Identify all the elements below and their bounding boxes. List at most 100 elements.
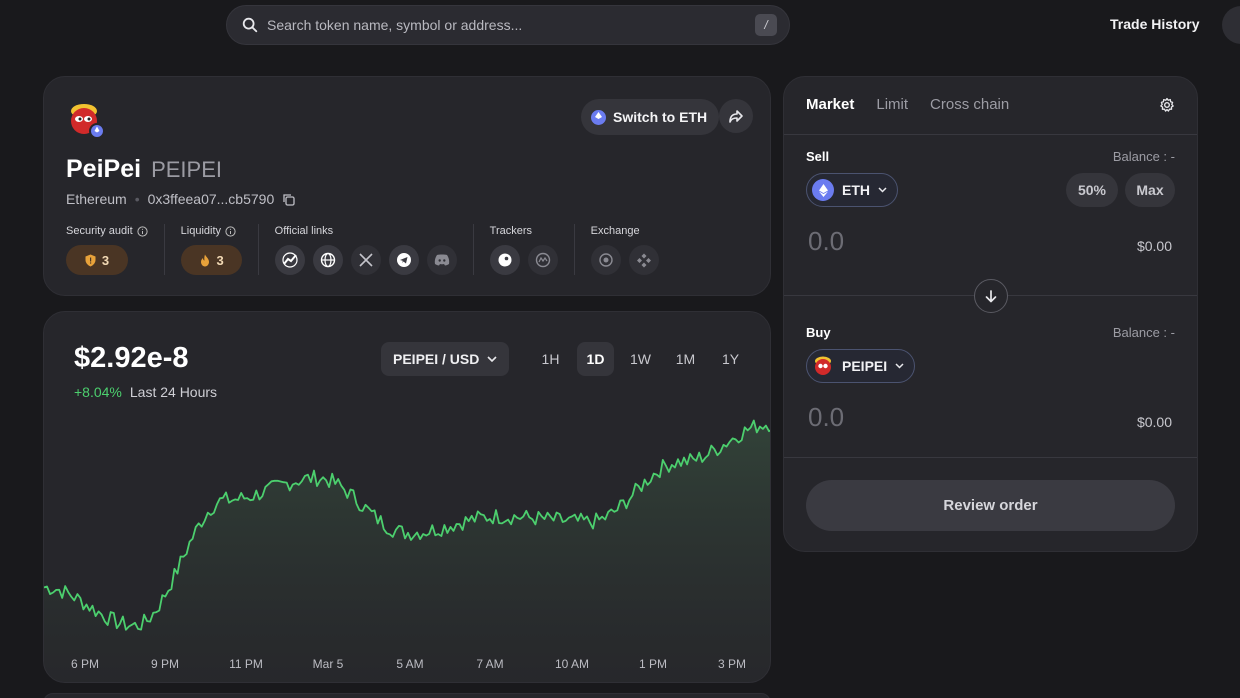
- next-card-peek: [43, 693, 771, 698]
- share-button[interactable]: [719, 99, 753, 133]
- range-1y[interactable]: 1Y: [712, 342, 749, 376]
- info-icon[interactable]: [137, 225, 148, 237]
- switch-label: Switch to ETH: [613, 109, 708, 125]
- sell-label: Sell: [806, 149, 830, 164]
- trackers-section: Trackers: [489, 224, 575, 275]
- security-audit-text: Security audit: [66, 225, 133, 237]
- price-change-percent: +8.04%: [74, 384, 122, 400]
- official-links-label: Official links: [274, 225, 334, 237]
- shield-icon: [85, 254, 96, 266]
- chevron-down-icon: [895, 363, 904, 369]
- order-type-tabs: Market Limit Cross chain: [806, 96, 1009, 113]
- peipei-token-logo: [71, 104, 105, 139]
- buy-token-symbol: PEIPEI: [842, 358, 888, 374]
- coingecko-icon[interactable]: [489, 245, 520, 275]
- search-icon: [242, 17, 258, 33]
- arrow-down-icon: [985, 289, 997, 302]
- pair-selector[interactable]: PEIPEI / USD: [381, 342, 510, 376]
- range-1h[interactable]: 1H: [532, 342, 569, 376]
- info-icon[interactable]: [225, 225, 236, 237]
- chevron-down-icon: [878, 187, 887, 193]
- liquidity-count: 3: [216, 252, 224, 268]
- telegram-icon[interactable]: [388, 245, 419, 275]
- token-title: PeiPei PEIPEI: [66, 155, 222, 184]
- tab-cross-chain[interactable]: Cross chain: [930, 96, 1009, 113]
- x-axis: 6 PM 9 PM 11 PM Mar 5 5 AM 7 AM 10 AM 1 …: [44, 657, 770, 673]
- flame-icon: [200, 254, 209, 266]
- share-icon: [729, 110, 743, 123]
- token-name: PeiPei: [66, 155, 142, 183]
- max-button[interactable]: Max: [1125, 173, 1175, 207]
- peipei-token-icon: [815, 356, 831, 375]
- coinmarketcap-icon[interactable]: [527, 245, 558, 275]
- x-tick-label: 9 PM: [150, 657, 180, 671]
- search-bar[interactable]: /: [226, 5, 790, 45]
- tab-limit[interactable]: Limit: [876, 96, 908, 113]
- buy-token-selector[interactable]: PEIPEI: [806, 349, 916, 383]
- exchange-section: Exchange: [590, 224, 675, 275]
- liquidity-badge[interactable]: 3: [180, 245, 242, 275]
- search-shortcut-key: /: [755, 14, 777, 36]
- buy-balance: Balance : -: [1112, 325, 1175, 340]
- website-globe-icon[interactable]: [312, 245, 343, 275]
- security-audit-section: Security audit 3: [66, 224, 165, 275]
- trackers-label: Trackers: [489, 225, 533, 237]
- dexscreener-link-icon[interactable]: [274, 245, 305, 275]
- switch-to-eth-button[interactable]: Switch to ETH: [581, 99, 720, 135]
- tab-market[interactable]: Market: [806, 96, 854, 113]
- swap-direction-button[interactable]: [974, 279, 1008, 313]
- sell-token-symbol: ETH: [842, 182, 870, 198]
- token-address: 0x3ffeea07...cb5790: [147, 191, 275, 207]
- binance-icon[interactable]: [628, 245, 659, 275]
- range-1w[interactable]: 1W: [622, 342, 659, 376]
- divider: [784, 457, 1197, 458]
- sell-token-selector[interactable]: ETH: [806, 173, 898, 207]
- gear-icon[interactable]: [1159, 97, 1175, 113]
- eth-icon: [591, 109, 606, 125]
- security-audit-count: 3: [101, 252, 110, 268]
- account-button[interactable]: [1222, 6, 1240, 44]
- chain-name: Ethereum: [66, 191, 127, 207]
- x-tick-label: Mar 5: [312, 657, 344, 671]
- time-range-tabs: 1H 1D 1W 1M 1Y: [532, 342, 749, 376]
- sell-balance: Balance : -: [1112, 149, 1175, 164]
- security-audit-badge[interactable]: 3: [66, 245, 128, 275]
- divider: [784, 134, 1197, 135]
- range-1d[interactable]: 1D: [577, 342, 614, 376]
- copy-icon[interactable]: [282, 193, 295, 206]
- buy-amount-input[interactable]: 0.0: [808, 402, 844, 433]
- official-links-section: Official links: [274, 224, 474, 275]
- x-tick-label: 10 AM: [554, 657, 590, 671]
- exchange-circle-icon[interactable]: [590, 245, 621, 275]
- exchange-label: Exchange: [590, 225, 640, 237]
- liquidity-section: Liquidity 3: [180, 224, 259, 275]
- price-change: +8.04% Last 24 Hours: [74, 384, 217, 400]
- x-tick-label: 7 AM: [476, 657, 504, 671]
- chevron-down-icon: [487, 356, 497, 362]
- liquidity-text: Liquidity: [180, 225, 222, 237]
- x-tick-label: 1 PM: [638, 657, 668, 671]
- buy-label: Buy: [806, 325, 831, 340]
- sell-usd-value: $0.00: [1136, 238, 1172, 254]
- pair-label: PEIPEI / USD: [393, 351, 480, 367]
- trade-history-link[interactable]: Trade History: [1110, 16, 1199, 32]
- search-input[interactable]: [267, 17, 755, 33]
- x-tick-label: 3 PM: [717, 657, 747, 671]
- token-meta-sections: Security audit 3 Liquidity 3 Official li…: [66, 224, 691, 275]
- x-tick-label: 11 PM: [229, 657, 263, 671]
- current-price: $2.92e-8: [74, 342, 189, 374]
- buy-usd-value: $0.00: [1136, 414, 1172, 430]
- range-1m[interactable]: 1M: [667, 342, 704, 376]
- token-info-card: Switch to ETH PeiPei PEIPEI Ethereum • 0…: [43, 76, 771, 296]
- discord-icon[interactable]: [426, 245, 457, 275]
- sell-amount-input[interactable]: 0.0: [808, 226, 844, 257]
- fifty-percent-button[interactable]: 50%: [1066, 173, 1118, 207]
- x-tick-label: 5 AM: [396, 657, 424, 671]
- review-order-button[interactable]: Review order: [806, 480, 1175, 531]
- price-change-period: Last 24 Hours: [129, 384, 218, 400]
- swap-panel: Market Limit Cross chain Sell Balance : …: [783, 76, 1198, 552]
- x-twitter-icon[interactable]: [350, 245, 381, 275]
- liquidity-label: Liquidity: [181, 224, 242, 238]
- security-audit-label: Security audit: [66, 224, 148, 238]
- separator-dot: •: [134, 191, 140, 207]
